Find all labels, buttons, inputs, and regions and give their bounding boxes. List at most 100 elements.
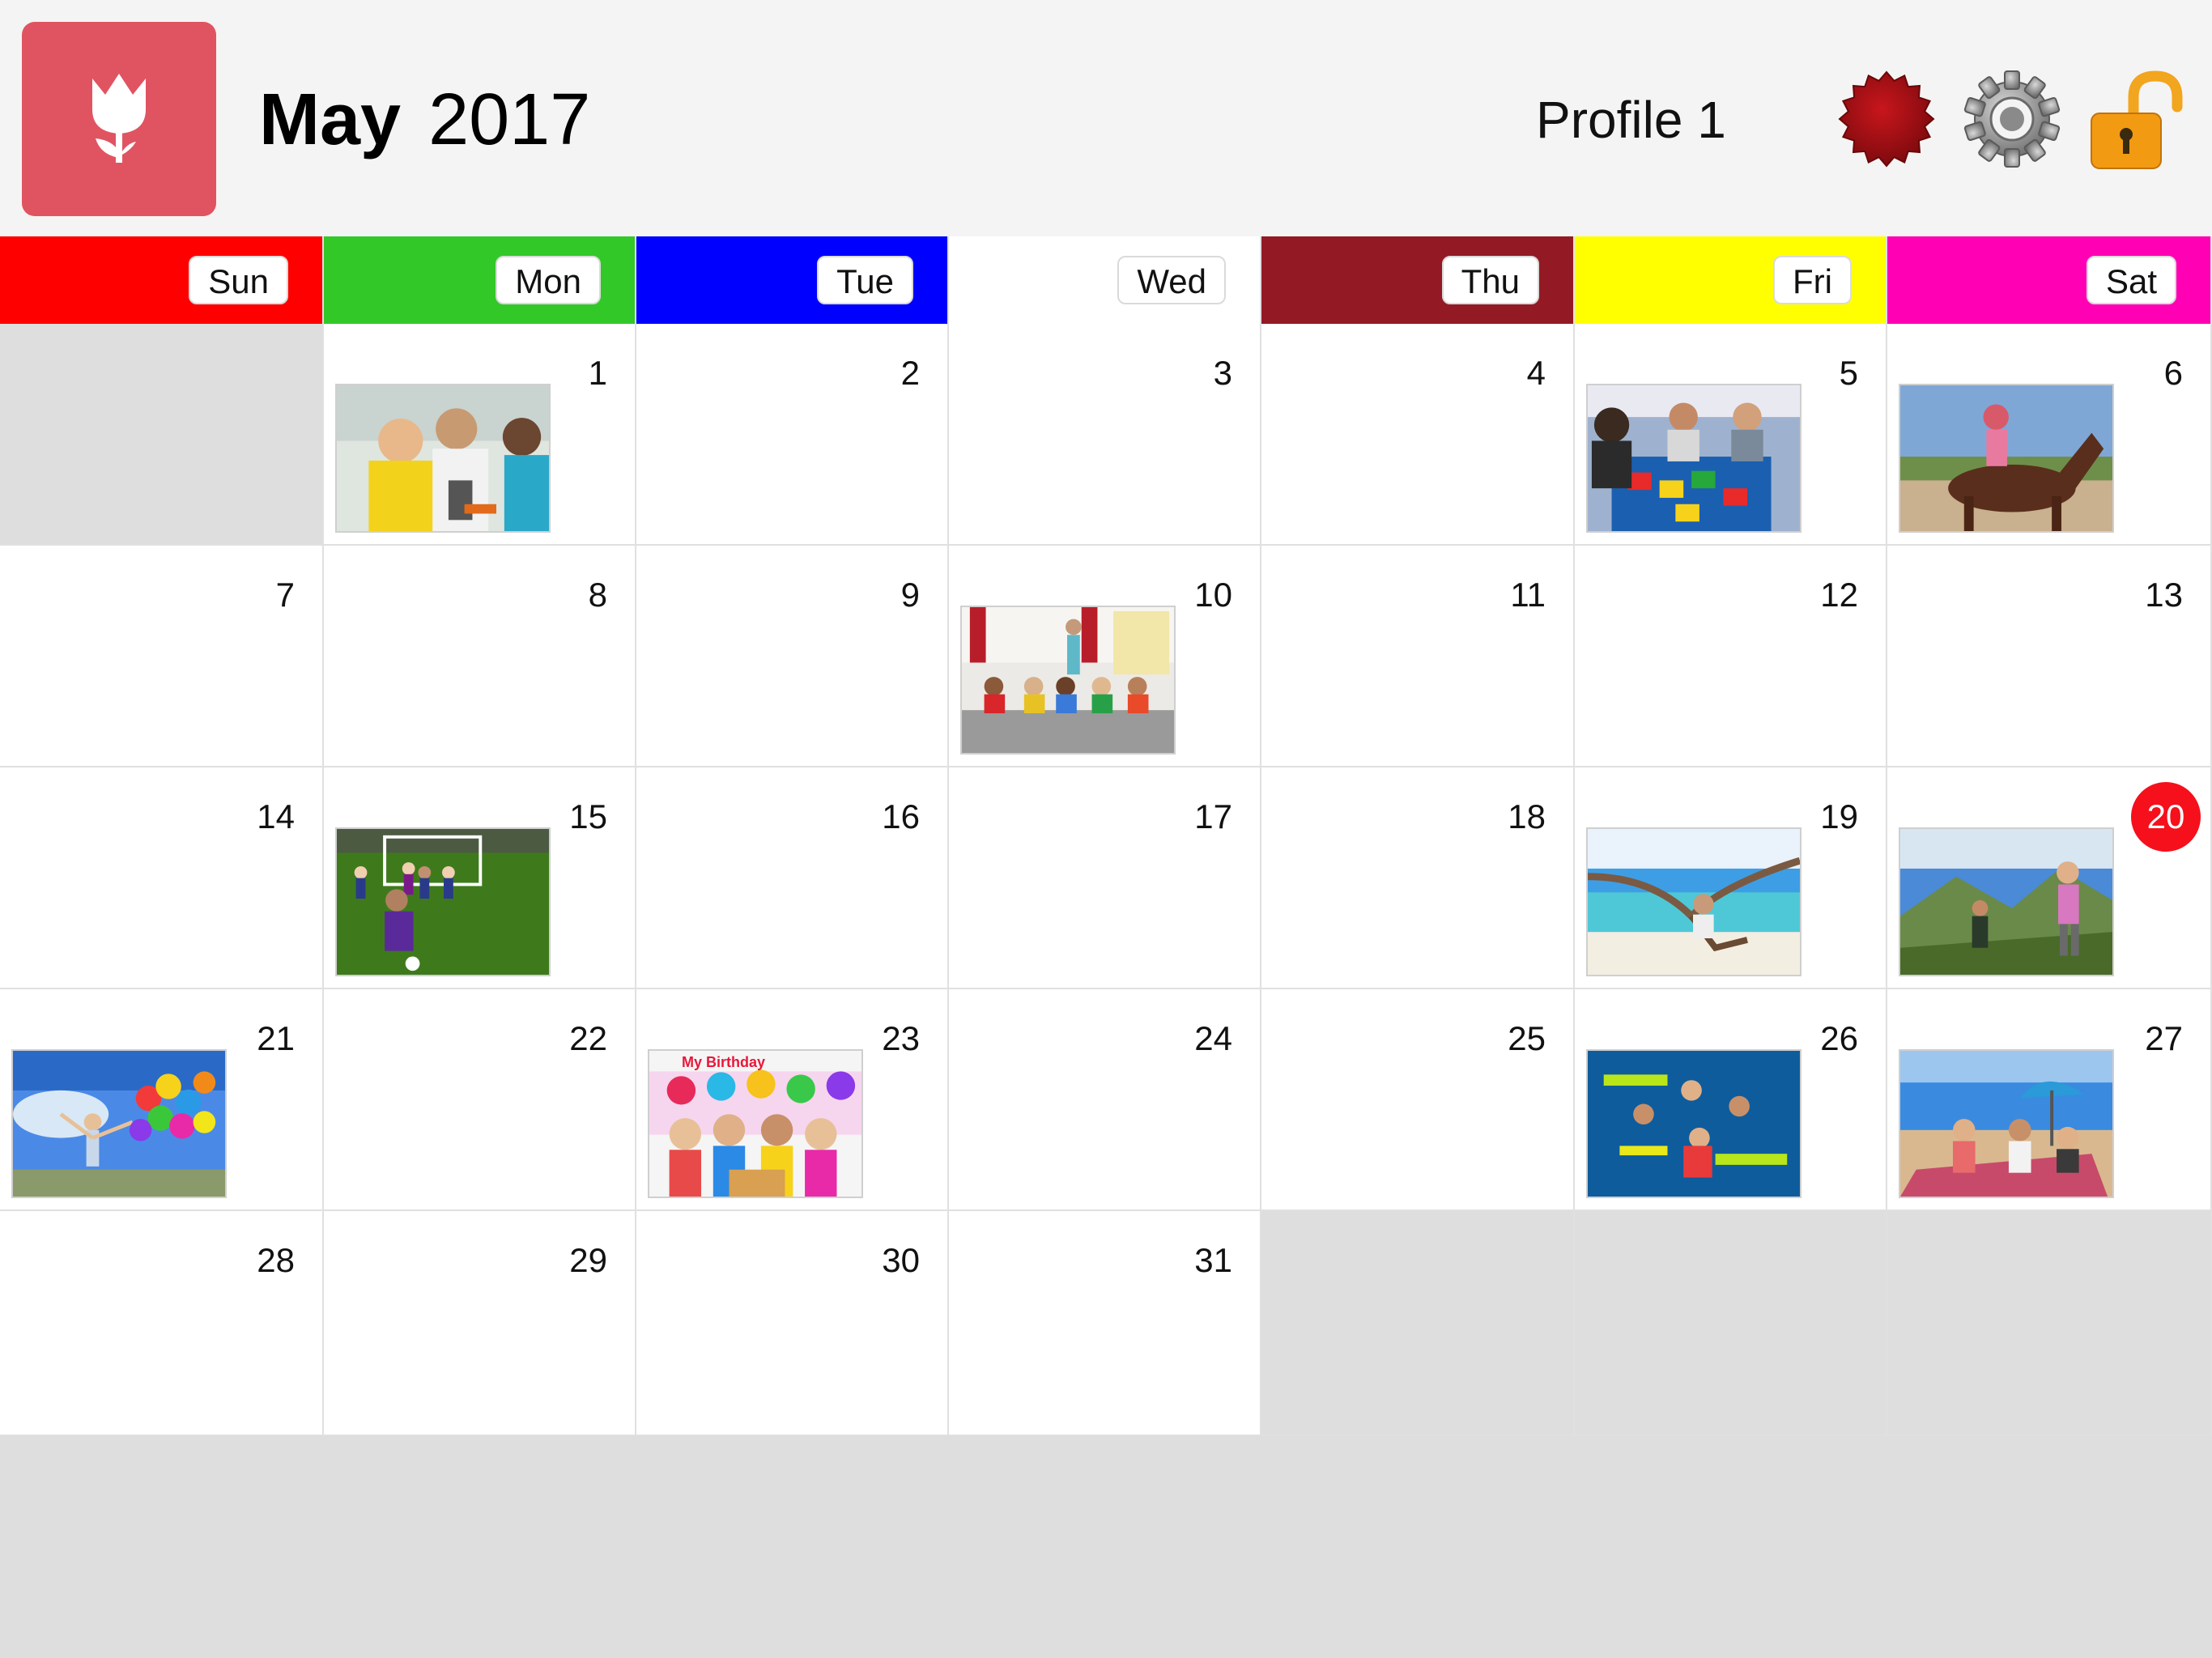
classroom-blocks-picture (1588, 385, 1800, 531)
day-number: 9 (900, 576, 920, 614)
weekday-header-tue: Tue (636, 236, 949, 324)
day-number: 18 (1508, 797, 1546, 835)
day-number: 27 (2145, 1019, 2183, 1057)
weekday-header-wed: Wed (949, 236, 1261, 324)
day-number: 7 (275, 576, 295, 614)
day-cell[interactable]: 4 (1261, 324, 1575, 546)
event-photo[interactable] (1586, 827, 1802, 976)
day-cell[interactable]: 24 (949, 989, 1261, 1211)
day-number: 30 (882, 1241, 920, 1279)
day-number: 23 (882, 1019, 920, 1057)
event-photo[interactable] (960, 606, 1176, 755)
day-cell[interactable]: 7 (0, 546, 324, 767)
weekday-label: Sat (2086, 256, 2176, 304)
event-photo[interactable] (335, 827, 551, 976)
day-cell[interactable]: 22 (324, 989, 636, 1211)
weekday-label: Fri (1773, 256, 1852, 304)
day-cell[interactable]: 11 (1261, 546, 1575, 767)
weekday-header-fri: Fri (1575, 236, 1887, 324)
day-cell[interactable]: 19 (1575, 767, 1887, 989)
day-cell[interactable]: 25 (1261, 989, 1575, 1211)
day-cell[interactable]: 17 (949, 767, 1261, 989)
birthday-picture (649, 1051, 861, 1197)
day-cell[interactable]: 18 (1261, 767, 1575, 989)
month-year-title[interactable]: May 2017 (259, 71, 590, 168)
day-cell[interactable]: 1 (324, 324, 636, 546)
gear-icon (1963, 70, 2061, 168)
day-cell[interactable]: 31 (949, 1211, 1261, 1436)
beach-picnic-picture (1900, 1051, 2112, 1197)
day-cell[interactable]: 29 (324, 1211, 636, 1436)
day-number: 2 (900, 354, 920, 392)
day-cell[interactable]: 21 (0, 989, 324, 1211)
soccer-picture (337, 829, 549, 975)
day-number: 28 (257, 1241, 295, 1279)
day-cell[interactable]: 3 (949, 324, 1261, 546)
calendar-grid: 1 2 3 4 5 6 7 8 9 10 11 12 13 14 15 16 17 18 19 20 21 22 23 My … (0, 324, 2212, 1436)
settings-button[interactable] (1959, 66, 2065, 172)
day-cell[interactable]: 26 (1575, 989, 1887, 1211)
day-cell[interactable]: 2 (636, 324, 949, 546)
event-photo[interactable] (11, 1049, 227, 1198)
weekday-label: Thu (1441, 256, 1539, 304)
day-cell[interactable]: 27 (1887, 989, 2212, 1211)
lock-button[interactable] (2085, 66, 2190, 172)
event-photo[interactable] (1899, 1049, 2114, 1198)
day-number: 19 (1820, 797, 1858, 835)
event-photo[interactable] (1586, 384, 1802, 533)
day-number: 21 (257, 1019, 295, 1057)
event-photo[interactable]: My Birthday (648, 1049, 863, 1198)
day-number: 6 (2163, 354, 2183, 392)
event-photo[interactable] (1899, 384, 2114, 533)
empty-day-cell (1575, 1211, 1887, 1436)
profile-name[interactable]: Profile 1 (1536, 85, 1726, 155)
event-photo[interactable] (1899, 827, 2114, 976)
day-cell[interactable]: 15 (324, 767, 636, 989)
day-number: 5 (1839, 354, 1858, 392)
year-label: 2017 (428, 79, 591, 160)
top-bar: May 2017 Profile 1 (0, 0, 2212, 236)
day-cell[interactable]: 5 (1575, 324, 1887, 546)
day-cell[interactable]: 16 (636, 767, 949, 989)
day-number: 12 (1820, 576, 1858, 614)
day-number: 22 (569, 1019, 607, 1057)
day-cell[interactable]: 6 (1887, 324, 2212, 546)
day-number: 3 (1213, 354, 1232, 392)
day-cell[interactable]: 14 (0, 767, 324, 989)
day-number: 11 (1510, 576, 1546, 614)
day-cell[interactable]: 10 (949, 546, 1261, 767)
day-cell[interactable]: 20 (1887, 767, 2212, 989)
day-number: 4 (1526, 354, 1546, 392)
day-number: 8 (588, 576, 607, 614)
day-number: 14 (257, 797, 295, 835)
day-number: 29 (569, 1241, 607, 1279)
mountain-hike-picture (1900, 829, 2112, 975)
day-cell[interactable]: 8 (324, 546, 636, 767)
empty-day-cell (1887, 1211, 2212, 1436)
weekday-header: Sun Mon Tue Wed Thu Fri Sat (0, 236, 2212, 324)
event-photo[interactable] (1586, 1049, 1802, 1198)
weekday-header-mon: Mon (324, 236, 636, 324)
day-number: 13 (2145, 576, 2183, 614)
day-cell[interactable]: 12 (1575, 546, 1887, 767)
photo-caption: My Birthday (682, 1054, 766, 1070)
empty-day-cell (1261, 1211, 1575, 1436)
day-cell[interactable]: 28 (0, 1211, 324, 1436)
day-cell[interactable]: 13 (1887, 546, 2212, 767)
science-class-picture (337, 385, 549, 531)
day-cell[interactable]: 30 (636, 1211, 949, 1436)
day-number: 10 (1194, 576, 1232, 614)
day-number: 26 (1820, 1019, 1858, 1057)
horse-riding-picture (1900, 385, 2112, 531)
app-logo[interactable] (22, 22, 216, 216)
day-number: 25 (1508, 1019, 1546, 1057)
day-number: 15 (569, 797, 607, 835)
event-photo[interactable] (335, 384, 551, 533)
day-cell[interactable]: 23 My Birthday (636, 989, 949, 1211)
weekday-label: Sun (189, 256, 288, 304)
day-number: 24 (1194, 1019, 1232, 1057)
red-seal-badge-icon (1838, 70, 1935, 168)
badge-button[interactable] (1834, 66, 1939, 172)
weekday-label: Wed (1117, 256, 1226, 304)
day-cell[interactable]: 9 (636, 546, 949, 767)
